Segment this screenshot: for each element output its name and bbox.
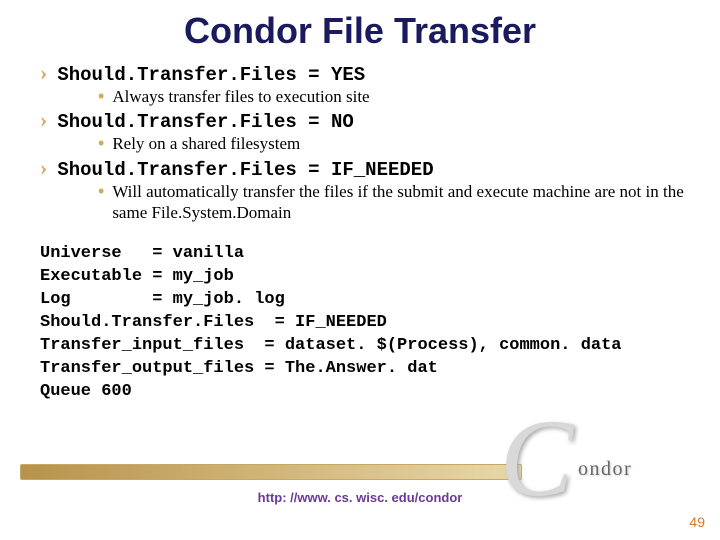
dot-icon: • [98,182,104,200]
sub-bullet-item: • Will automatically transfer the files … [98,181,690,224]
bullet-item: › Should.Transfer.Files = NO [40,109,690,133]
bullet-label: Should.Transfer.Files = NO [57,111,353,133]
sub-bullet-text: Rely on a shared filesystem [112,133,300,154]
bullet-item: › Should.Transfer.Files = IF_NEEDED [40,157,690,181]
code-block: Universe = vanilla Executable = my_job L… [40,243,690,404]
chevron-icon: › [40,109,47,131]
bullet-item: › Should.Transfer.Files = YES [40,62,690,86]
sub-bullet-item: • Rely on a shared filesystem [98,133,690,154]
bullet-label: Should.Transfer.Files = IF_NEEDED [57,159,433,181]
logo-word: ondor [578,458,632,481]
slide-title: Condor File Transfer [30,10,690,52]
page-number: 49 [689,514,705,530]
footer-url: http: //www. cs. wisc. edu/condor [0,490,720,505]
dot-icon: • [98,134,104,152]
bullet-label: Should.Transfer.Files = YES [57,64,365,86]
sub-bullet-text: Always transfer files to execution site [112,86,369,107]
divider-bar [20,464,522,480]
sub-bullet-item: • Always transfer files to execution sit… [98,86,690,107]
dot-icon: • [98,87,104,105]
sub-bullet-text: Will automatically transfer the files if… [112,181,690,224]
chevron-icon: › [40,157,47,179]
condor-logo: C ondor [510,420,670,520]
chevron-icon: › [40,62,47,84]
